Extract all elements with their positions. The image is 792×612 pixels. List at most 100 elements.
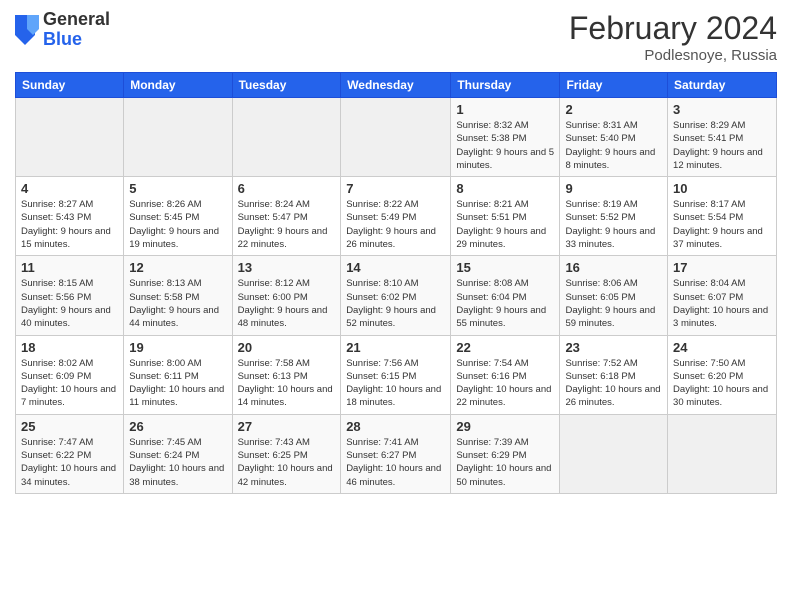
calendar-cell: 18 Sunrise: 8:02 AM Sunset: 6:09 PM Dayli… bbox=[16, 335, 124, 414]
day-number: 16 bbox=[565, 260, 662, 275]
day-info: Sunrise: 7:39 AM Sunset: 6:29 PM Dayligh… bbox=[456, 436, 554, 489]
day-info: Sunrise: 8:13 AM Sunset: 5:58 PM Dayligh… bbox=[129, 277, 226, 330]
day-info: Sunrise: 7:47 AM Sunset: 6:22 PM Dayligh… bbox=[21, 436, 118, 489]
calendar-cell: 24 Sunrise: 7:50 AM Sunset: 6:20 PM Dayli… bbox=[668, 335, 777, 414]
day-info: Sunrise: 7:52 AM Sunset: 6:18 PM Dayligh… bbox=[565, 357, 662, 410]
calendar-cell: 20 Sunrise: 7:58 AM Sunset: 6:13 PM Dayli… bbox=[232, 335, 341, 414]
day-info: Sunrise: 8:31 AM Sunset: 5:40 PM Dayligh… bbox=[565, 119, 662, 172]
day-number: 7 bbox=[346, 181, 445, 196]
calendar-cell: 16 Sunrise: 8:06 AM Sunset: 6:05 PM Dayli… bbox=[560, 256, 668, 335]
day-info: Sunrise: 7:41 AM Sunset: 6:27 PM Dayligh… bbox=[346, 436, 445, 489]
calendar-cell bbox=[341, 98, 451, 177]
calendar-cell: 23 Sunrise: 7:52 AM Sunset: 6:18 PM Dayli… bbox=[560, 335, 668, 414]
calendar-cell: 11 Sunrise: 8:15 AM Sunset: 5:56 PM Dayli… bbox=[16, 256, 124, 335]
day-number: 11 bbox=[21, 260, 118, 275]
calendar-cell: 3 Sunrise: 8:29 AM Sunset: 5:41 PM Daylig… bbox=[668, 98, 777, 177]
location-subtitle: Podlesnoye, Russia bbox=[569, 47, 777, 64]
day-number: 21 bbox=[346, 340, 445, 355]
day-number: 18 bbox=[21, 340, 118, 355]
day-info: Sunrise: 8:10 AM Sunset: 6:02 PM Dayligh… bbox=[346, 277, 445, 330]
day-number: 29 bbox=[456, 419, 554, 434]
day-number: 9 bbox=[565, 181, 662, 196]
calendar-cell: 9 Sunrise: 8:19 AM Sunset: 5:52 PM Daylig… bbox=[560, 177, 668, 256]
day-info: Sunrise: 8:29 AM Sunset: 5:41 PM Dayligh… bbox=[673, 119, 771, 172]
day-info: Sunrise: 8:15 AM Sunset: 5:56 PM Dayligh… bbox=[21, 277, 118, 330]
day-info: Sunrise: 8:21 AM Sunset: 5:51 PM Dayligh… bbox=[456, 198, 554, 251]
day-info: Sunrise: 8:12 AM Sunset: 6:00 PM Dayligh… bbox=[238, 277, 336, 330]
logo: General Blue bbox=[15, 10, 110, 50]
month-year-title: February 2024 bbox=[569, 10, 777, 47]
logo-blue: Blue bbox=[43, 30, 110, 50]
calendar-cell: 1 Sunrise: 8:32 AM Sunset: 5:38 PM Daylig… bbox=[451, 98, 560, 177]
calendar-cell: 14 Sunrise: 8:10 AM Sunset: 6:02 PM Dayli… bbox=[341, 256, 451, 335]
day-number: 1 bbox=[456, 102, 554, 117]
day-number: 27 bbox=[238, 419, 336, 434]
day-info: Sunrise: 7:58 AM Sunset: 6:13 PM Dayligh… bbox=[238, 357, 336, 410]
calendar-week-row: 1 Sunrise: 8:32 AM Sunset: 5:38 PM Daylig… bbox=[16, 98, 777, 177]
day-number: 12 bbox=[129, 260, 226, 275]
calendar-cell: 27 Sunrise: 7:43 AM Sunset: 6:25 PM Dayli… bbox=[232, 414, 341, 493]
calendar-cell: 4 Sunrise: 8:27 AM Sunset: 5:43 PM Daylig… bbox=[16, 177, 124, 256]
calendar-cell: 22Sunrise: 7:54 AM Sunset: 6:16 PM Dayli… bbox=[451, 335, 560, 414]
day-info: Sunrise: 8:24 AM Sunset: 5:47 PM Dayligh… bbox=[238, 198, 336, 251]
day-info: Sunrise: 7:43 AM Sunset: 6:25 PM Dayligh… bbox=[238, 436, 336, 489]
calendar-cell: 21 Sunrise: 7:56 AM Sunset: 6:15 PM Dayli… bbox=[341, 335, 451, 414]
calendar-header-row: SundayMondayTuesdayWednesdayThursdayFrid… bbox=[16, 73, 777, 98]
day-number: 8 bbox=[456, 181, 554, 196]
calendar-cell: 13 Sunrise: 8:12 AM Sunset: 6:00 PM Dayli… bbox=[232, 256, 341, 335]
day-info: Sunrise: 8:02 AM Sunset: 6:09 PM Dayligh… bbox=[21, 357, 118, 410]
day-info: Sunrise: 8:26 AM Sunset: 5:45 PM Dayligh… bbox=[129, 198, 226, 251]
calendar-cell: 19 Sunrise: 8:00 AM Sunset: 6:11 PM Dayli… bbox=[124, 335, 232, 414]
column-header-monday: Monday bbox=[124, 73, 232, 98]
calendar-week-row: 18 Sunrise: 8:02 AM Sunset: 6:09 PM Dayli… bbox=[16, 335, 777, 414]
logo-icon bbox=[15, 15, 39, 45]
calendar-cell bbox=[124, 98, 232, 177]
column-header-sunday: Sunday bbox=[16, 73, 124, 98]
calendar-week-row: 4 Sunrise: 8:27 AM Sunset: 5:43 PM Daylig… bbox=[16, 177, 777, 256]
day-info: Sunrise: 7:54 AM Sunset: 6:16 PM Dayligh… bbox=[456, 357, 554, 410]
calendar-cell: 17Sunrise: 8:04 AM Sunset: 6:07 PM Dayli… bbox=[668, 256, 777, 335]
title-block: February 2024 Podlesnoye, Russia bbox=[569, 10, 777, 64]
day-number: 14 bbox=[346, 260, 445, 275]
day-number: 26 bbox=[129, 419, 226, 434]
day-number: 15 bbox=[456, 260, 554, 275]
calendar-cell: 15 Sunrise: 8:08 AM Sunset: 6:04 PM Dayli… bbox=[451, 256, 560, 335]
day-number: 13 bbox=[238, 260, 336, 275]
calendar-cell: 26 Sunrise: 7:45 AM Sunset: 6:24 PM Dayli… bbox=[124, 414, 232, 493]
day-info: Sunrise: 8:27 AM Sunset: 5:43 PM Dayligh… bbox=[21, 198, 118, 251]
day-number: 4 bbox=[21, 181, 118, 196]
day-info: Sunrise: 8:08 AM Sunset: 6:04 PM Dayligh… bbox=[456, 277, 554, 330]
day-info: Sunrise: 7:50 AM Sunset: 6:20 PM Dayligh… bbox=[673, 357, 771, 410]
calendar-cell bbox=[16, 98, 124, 177]
day-info: Sunrise: 7:56 AM Sunset: 6:15 PM Dayligh… bbox=[346, 357, 445, 410]
calendar-cell: 5Sunrise: 8:26 AM Sunset: 5:45 PM Daylig… bbox=[124, 177, 232, 256]
calendar-body: 1 Sunrise: 8:32 AM Sunset: 5:38 PM Daylig… bbox=[16, 98, 777, 494]
day-info: Sunrise: 8:19 AM Sunset: 5:52 PM Dayligh… bbox=[565, 198, 662, 251]
day-info: Sunrise: 8:17 AM Sunset: 5:54 PM Dayligh… bbox=[673, 198, 771, 251]
calendar-cell bbox=[232, 98, 341, 177]
calendar-cell: 25Sunrise: 7:47 AM Sunset: 6:22 PM Dayli… bbox=[16, 414, 124, 493]
column-header-saturday: Saturday bbox=[668, 73, 777, 98]
column-header-friday: Friday bbox=[560, 73, 668, 98]
column-header-wednesday: Wednesday bbox=[341, 73, 451, 98]
calendar-cell: 7 Sunrise: 8:22 AM Sunset: 5:49 PM Daylig… bbox=[341, 177, 451, 256]
day-number: 24 bbox=[673, 340, 771, 355]
day-number: 6 bbox=[238, 181, 336, 196]
day-number: 3 bbox=[673, 102, 771, 117]
day-info: Sunrise: 8:04 AM Sunset: 6:07 PM Dayligh… bbox=[673, 277, 771, 330]
calendar-cell bbox=[560, 414, 668, 493]
day-number: 20 bbox=[238, 340, 336, 355]
calendar-table: SundayMondayTuesdayWednesdayThursdayFrid… bbox=[15, 72, 777, 494]
day-info: Sunrise: 8:00 AM Sunset: 6:11 PM Dayligh… bbox=[129, 357, 226, 410]
column-header-tuesday: Tuesday bbox=[232, 73, 341, 98]
day-info: Sunrise: 7:45 AM Sunset: 6:24 PM Dayligh… bbox=[129, 436, 226, 489]
day-number: 23 bbox=[565, 340, 662, 355]
logo-general: General bbox=[43, 10, 110, 30]
day-info: Sunrise: 8:22 AM Sunset: 5:49 PM Dayligh… bbox=[346, 198, 445, 251]
day-number: 19 bbox=[129, 340, 226, 355]
day-number: 10 bbox=[673, 181, 771, 196]
day-info: Sunrise: 8:32 AM Sunset: 5:38 PM Dayligh… bbox=[456, 119, 554, 172]
calendar-cell: 10 Sunrise: 8:17 AM Sunset: 5:54 PM Dayli… bbox=[668, 177, 777, 256]
logo-text: General Blue bbox=[43, 10, 110, 50]
day-info: Sunrise: 8:06 AM Sunset: 6:05 PM Dayligh… bbox=[565, 277, 662, 330]
